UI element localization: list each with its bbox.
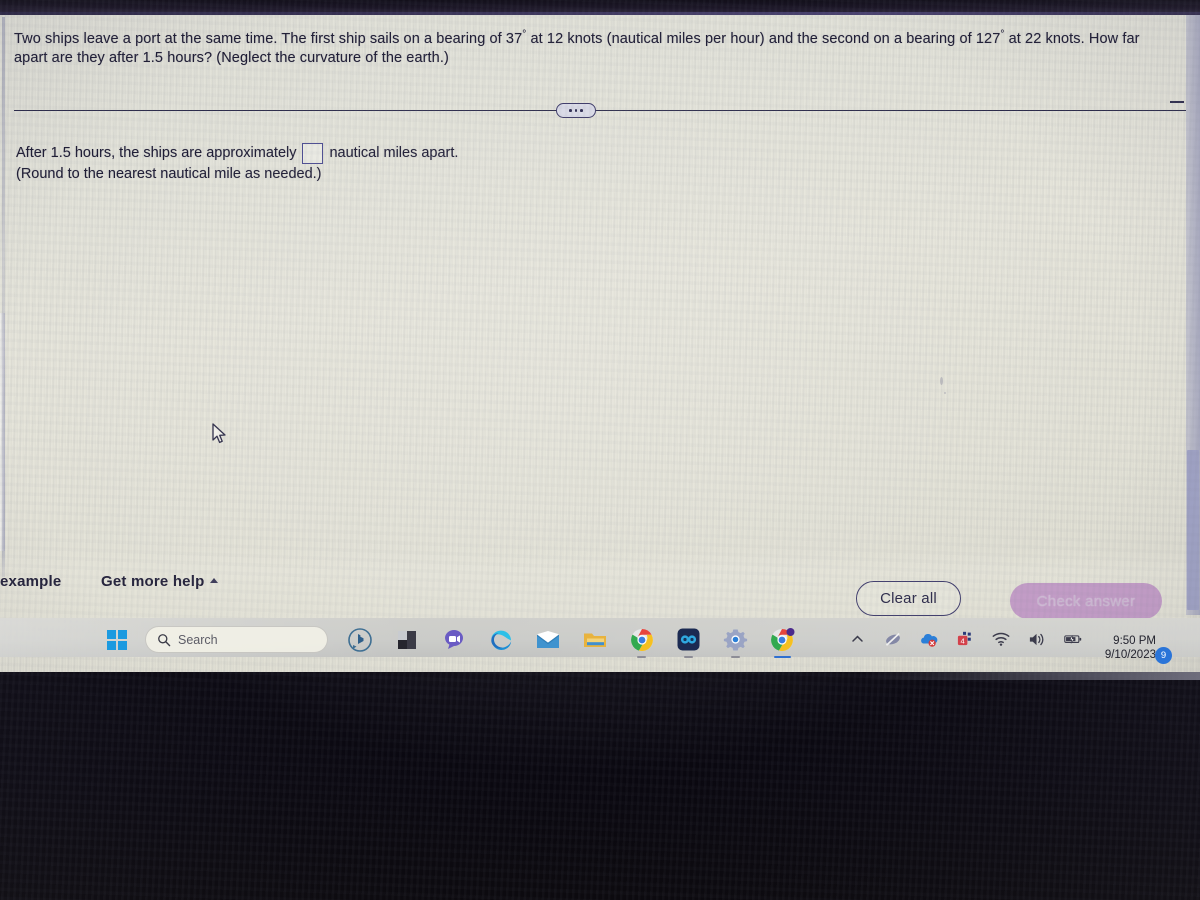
- onedrive-error-icon[interactable]: [920, 630, 938, 648]
- google-chrome-icon[interactable]: [626, 624, 657, 658]
- mouse-cursor: [212, 423, 226, 444]
- pane-edge-artifact: [0, 313, 5, 551]
- battery-charging-icon[interactable]: [1064, 630, 1082, 648]
- chevron-up-icon: [210, 578, 219, 583]
- question-segment-1: Two ships leave a port at the same time.…: [14, 30, 523, 47]
- notification-badge[interactable]: 9: [1155, 647, 1172, 664]
- desk-light-reflection: [860, 672, 1200, 680]
- get-more-help-button[interactable]: Get more help: [101, 573, 219, 590]
- clock-date: 9/10/2023: [1104, 649, 1156, 661]
- search-placeholder: Search: [178, 632, 218, 647]
- desk-background: [0, 672, 1200, 900]
- start-square-2: [118, 630, 127, 639]
- wifi-icon[interactable]: [992, 630, 1010, 648]
- teams-badge-icon[interactable]: 4: [956, 630, 974, 648]
- example-button[interactable]: example: [0, 573, 61, 590]
- clock-time: 9:50 PM: [1113, 635, 1156, 647]
- chat-icon[interactable]: [438, 624, 469, 655]
- dot-3: [580, 109, 583, 112]
- volume-icon[interactable]: [1028, 630, 1046, 648]
- start-square-3: [107, 641, 116, 650]
- file-explorer-icon[interactable]: [579, 624, 610, 655]
- show-hidden-icons-chevron-up-icon[interactable]: [848, 630, 866, 648]
- start-button[interactable]: [107, 630, 127, 650]
- vertical-scrollbar-thumb[interactable]: [1187, 450, 1199, 610]
- answer-input[interactable]: [302, 143, 324, 164]
- more-options-icon[interactable]: [556, 103, 596, 118]
- screen-speck: [940, 377, 943, 385]
- blue-app-icon[interactable]: [673, 624, 704, 658]
- taskbar-search-box[interactable]: Search: [145, 626, 328, 653]
- clear-all-button[interactable]: Clear all: [856, 581, 961, 616]
- photo-of-laptop-screen: Two ships leave a port at the same time.…: [0, 0, 1200, 900]
- taskbar-pinned-apps: [344, 624, 798, 658]
- answer-suffix-label: nautical miles apart.: [329, 145, 459, 161]
- bing-chat-icon[interactable]: [344, 624, 375, 655]
- svg-text:4: 4: [961, 636, 965, 645]
- question-text: Two ships leave a port at the same time.…: [14, 25, 1174, 68]
- start-square-4: [118, 641, 127, 650]
- start-square-1: [107, 630, 116, 639]
- answer-sentence: After 1.5 hours, the ships are approxima…: [16, 143, 458, 164]
- question-segment-2: at 12 knots (nautical miles per hour) an…: [526, 30, 1001, 47]
- dot-1: [569, 109, 572, 112]
- section-divider: [14, 110, 1186, 111]
- search-icon: [158, 633, 171, 646]
- pen-disabled-icon[interactable]: [884, 630, 902, 648]
- dot-2: [574, 109, 578, 112]
- get-more-help-label: Get more help: [101, 573, 205, 590]
- scrollbar-tick-mark: [1170, 101, 1184, 103]
- check-answer-button[interactable]: Check answer: [1010, 583, 1162, 619]
- answer-area: After 1.5 hours, the ships are approxima…: [16, 143, 458, 185]
- task-view-icon[interactable]: [391, 624, 422, 655]
- taskbar-clock[interactable]: 9:50 PM 9/10/2023: [1092, 634, 1156, 662]
- answer-prefix-label: After 1.5 hours, the ships are approxima…: [16, 145, 297, 161]
- vertical-scrollbar-track[interactable]: [1186, 15, 1200, 615]
- system-tray: 4: [848, 630, 1082, 648]
- screen-viewport: Two ships leave a port at the same time.…: [0, 15, 1200, 672]
- screen-speck: [944, 392, 946, 394]
- settings-gear-icon[interactable]: [720, 624, 751, 658]
- google-chrome-active-icon[interactable]: [767, 624, 798, 658]
- rounding-instruction: (Round to the nearest nautical mile as n…: [16, 166, 322, 182]
- microsoft-edge-icon[interactable]: [485, 624, 516, 655]
- mail-icon[interactable]: [532, 624, 563, 655]
